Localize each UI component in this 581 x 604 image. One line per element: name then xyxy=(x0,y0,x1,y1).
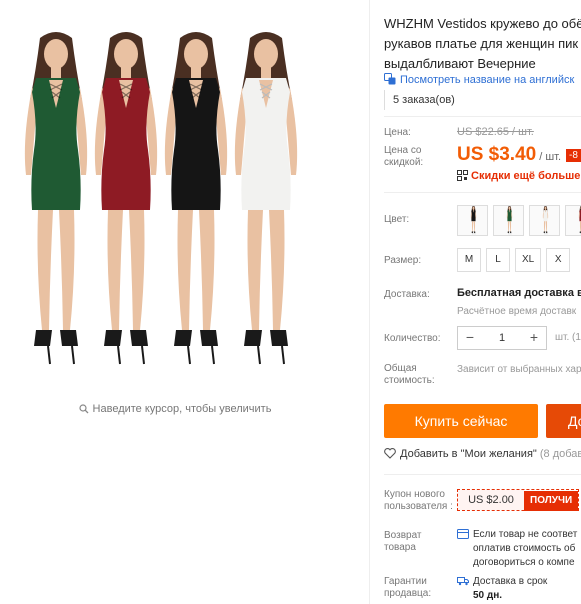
coupon-amount: US $2.00 xyxy=(458,490,524,510)
coupon-label: Купон нового пользователя : xyxy=(384,489,453,512)
quantity-label: Количество: xyxy=(384,333,441,344)
quantity-increase-button[interactable]: + xyxy=(522,327,546,349)
discount-price-amount: US $3.40 xyxy=(457,144,537,165)
color-label: Цвет: xyxy=(384,214,410,225)
swatch-thumbnail xyxy=(470,206,477,235)
column-divider xyxy=(369,0,370,604)
size-options: M L XL X xyxy=(457,248,575,272)
total-value: Зависит от выбранных хар xyxy=(457,364,581,375)
divider xyxy=(384,116,581,117)
returns-line-2: оплатив стоимость об xyxy=(473,543,576,554)
discount-badge: -8 xyxy=(566,149,581,162)
add-to-cart-button[interactable]: До xyxy=(546,404,581,438)
color-swatch-4[interactable] xyxy=(565,205,581,236)
color-swatches xyxy=(457,205,581,236)
promo-link[interactable]: Скидки ещё больше в xyxy=(457,170,581,184)
total-label: Общая стоимость: xyxy=(384,363,435,386)
card-icon xyxy=(457,529,469,544)
quantity-available: шт. (10 xyxy=(555,332,581,343)
qr-code-icon xyxy=(457,170,468,184)
color-swatch-1[interactable] xyxy=(457,205,488,236)
color-swatch-2[interactable] xyxy=(493,205,524,236)
swatch-model xyxy=(470,206,477,235)
swatch-model xyxy=(542,206,549,235)
product-title: WHZHM Vestidos кружево до обё рукавов пл… xyxy=(384,16,581,71)
color-swatch-3[interactable] xyxy=(529,205,560,236)
product-main-image[interactable] xyxy=(8,30,358,395)
product-gallery: Наведите курсор, чтобы увеличить xyxy=(0,0,370,604)
translate-icon xyxy=(384,73,396,88)
discount-price: US $3.40/ шт. -8 xyxy=(457,144,581,166)
dress-model-3 xyxy=(164,32,228,365)
size-label: Размер: xyxy=(384,255,422,266)
wishlist-text: Добавить в "Мои желания" xyxy=(400,448,537,460)
heart-icon xyxy=(384,448,396,462)
discount-price-label: Цена со скидкой: xyxy=(384,145,424,168)
divider xyxy=(384,474,581,475)
swatch-thumbnail xyxy=(578,206,581,235)
dress-model-1 xyxy=(24,32,88,365)
swatch-model xyxy=(506,206,513,235)
guarantee-label: Гарантии продавца: xyxy=(384,576,432,599)
quantity-decrease-button[interactable]: − xyxy=(458,327,482,349)
old-price: US $22.65 / шт. xyxy=(457,126,534,138)
wishlist-count: (8 добав xyxy=(539,448,581,460)
buy-now-button[interactable]: Купить сейчас xyxy=(384,404,538,438)
size-option-x[interactable]: X xyxy=(546,248,571,272)
shipping-value[interactable]: Бесплатная доставка в xyxy=(457,287,581,299)
zoom-hint-text: Наведите курсор, чтобы увеличить xyxy=(92,403,272,415)
size-option-m[interactable]: M xyxy=(457,248,481,272)
delivery-icon xyxy=(457,576,469,591)
swatch-thumbnail xyxy=(506,206,513,235)
guarantee-days: 50 дн. xyxy=(473,590,503,601)
size-option-xl[interactable]: XL xyxy=(515,248,542,272)
shipping-estimate: Расчётное время доставк xyxy=(457,306,577,317)
orders-count: 5 заказа(ов) xyxy=(384,90,455,110)
returns-line-3: договориться о компе xyxy=(473,557,575,568)
divider xyxy=(384,192,581,193)
price-unit: / шт. xyxy=(539,151,562,163)
wishlist-link[interactable]: Добавить в "Мои желания" (8 добав xyxy=(384,448,581,462)
product-info: WHZHM Vestidos кружево до обё рукавов пл… xyxy=(384,0,581,604)
size-option-l[interactable]: L xyxy=(486,248,510,272)
quantity-stepper: − + xyxy=(457,326,547,350)
promo-text: Скидки ещё больше в xyxy=(471,170,581,182)
shipping-label: Доставка: xyxy=(384,289,430,300)
swatch-thumbnail xyxy=(542,206,549,235)
guarantee-line: Доставка в срок xyxy=(457,575,547,591)
translate-link[interactable]: Посмотреть название на английск xyxy=(384,73,574,88)
translate-link-text: Посмотреть название на английск xyxy=(400,74,575,86)
new-user-coupon: US $2.00 ПОЛУЧИ xyxy=(457,489,580,511)
dress-model-2 xyxy=(94,32,158,365)
returns-label: Возврат товара xyxy=(384,530,422,553)
get-coupon-button[interactable]: ПОЛУЧИ xyxy=(524,491,579,511)
price-label: Цена: xyxy=(384,127,411,138)
quantity-input[interactable] xyxy=(482,327,522,349)
dress-model-4 xyxy=(234,32,298,365)
magnifier-icon xyxy=(78,404,89,417)
zoom-hint: Наведите курсор, чтобы увеличить xyxy=(0,403,350,417)
